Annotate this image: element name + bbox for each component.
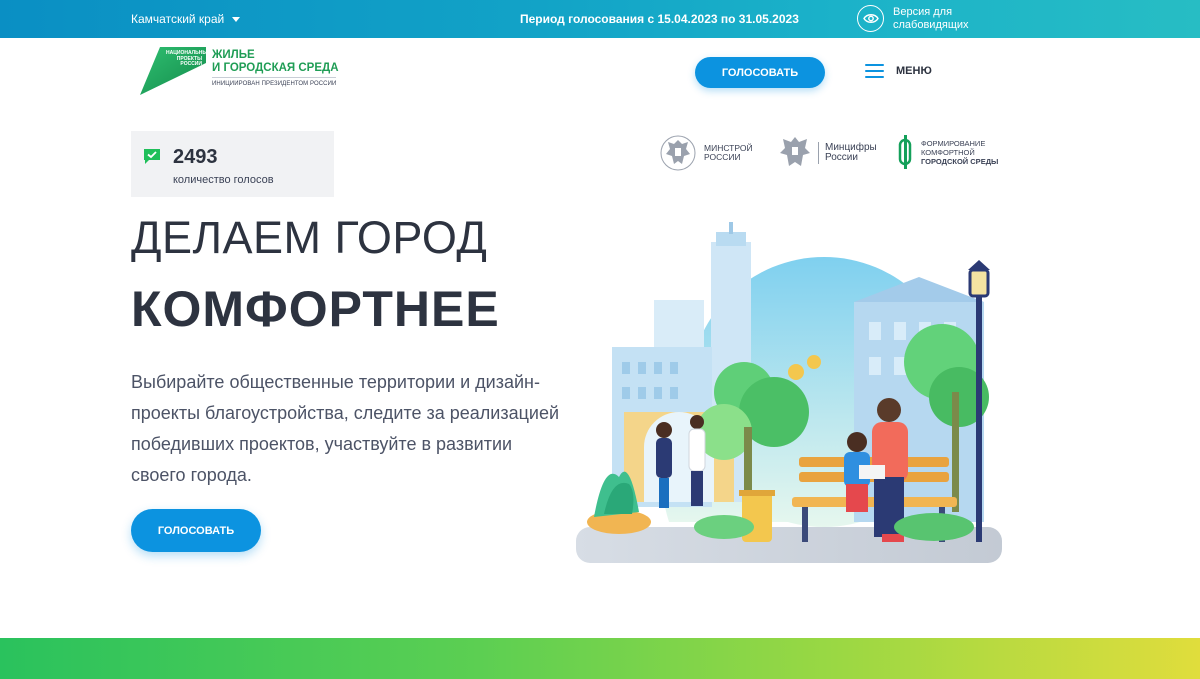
logo-title: ЖИЛЬЕ И ГОРОДСКАЯ СРЕДА (212, 49, 339, 74)
comfortable-city-logo-icon (898, 135, 912, 169)
votes-count: 2493 (173, 146, 218, 168)
logo-small-text: НАЦИОНАЛЬНЫЕ ПРОЕКТЫ РОССИИ (166, 50, 211, 67)
hamburger-icon (865, 64, 884, 78)
vote-button-header[interactable]: ГОЛОСОВАТЬ (695, 57, 825, 88)
partner-minstroy[interactable]: МИНСТРОЙ РОССИИ (658, 134, 753, 172)
accessibility-label: Версия для слабовидящих (893, 5, 969, 31)
bottom-gradient-strip (0, 638, 1200, 679)
region-label: Камчатский край (131, 12, 225, 26)
voting-period: Период голосования с 15.04.2023 по 31.05… (520, 12, 799, 26)
hero-title-line1: ДЕЛАЕМ ГОРОД (131, 212, 488, 263)
votes-counter: 2493 количество голосов (131, 131, 334, 197)
partner-mintsifry[interactable]: Минцифры России (778, 134, 877, 172)
eagle-emblem-icon (780, 137, 810, 166)
accessibility-toggle[interactable]: Версия для слабовидящих (857, 5, 983, 32)
hero-description: Выбирайте общественные территории и диза… (131, 372, 560, 485)
menu-label: МЕНЮ (896, 65, 932, 77)
menu-button[interactable]: МЕНЮ (865, 64, 932, 78)
site-logo[interactable]: НАЦИОНАЛЬНЫЕ ПРОЕКТЫ РОССИИ ЖИЛЬЕ И ГОРО… (140, 47, 350, 97)
region-selector[interactable]: Камчатский край (131, 12, 241, 26)
caret-down-icon (232, 16, 241, 22)
vote-button-main[interactable]: ГОЛОСОВАТЬ (131, 509, 261, 552)
logo-divider (212, 77, 336, 78)
votes-label: количество голосов (173, 174, 274, 186)
logo-subtitle: ИНИЦИИРОВАН ПРЕЗИДЕНТОМ РОССИИ (212, 81, 337, 87)
hero-title-line2: КОМФОРТНЕЕ (131, 281, 500, 337)
coat-of-arms-icon (660, 135, 696, 171)
top-bar: Камчатский край Период голосования с 15.… (0, 0, 1200, 38)
city-park-illustration (576, 222, 1002, 563)
partner-comfortable-environment[interactable]: ФОРМИРОВАНИЕ КОМФОРТНОЙ ГОРОДСКОЙ СРЕДЫ (897, 134, 998, 170)
eye-icon (857, 5, 884, 32)
check-message-icon (144, 149, 160, 164)
